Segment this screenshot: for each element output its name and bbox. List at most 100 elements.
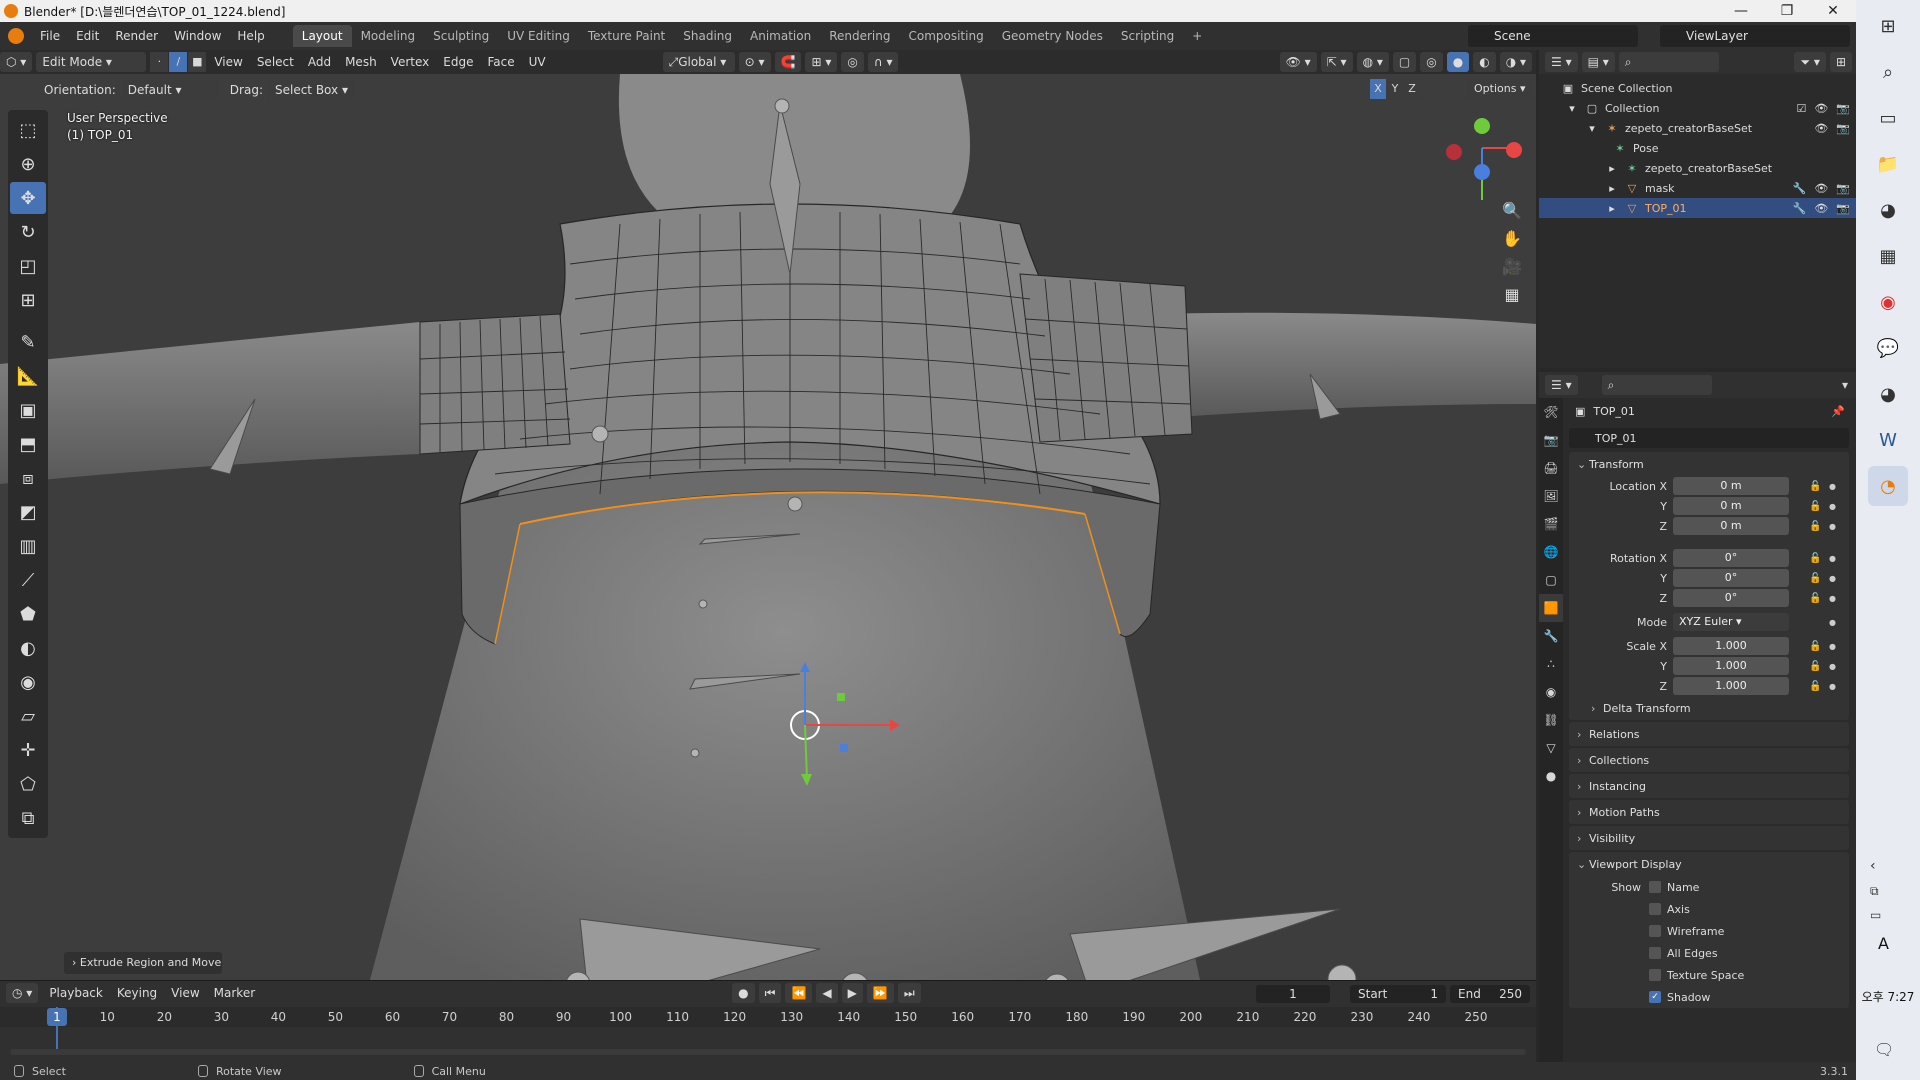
output-tab-icon[interactable]: 🖨 — [1539, 454, 1563, 482]
lock-icon[interactable]: 🔓 — [1809, 641, 1821, 652]
visibility-panel[interactable]: › Visibility — [1569, 826, 1849, 850]
keyframe-dot-icon[interactable]: ● — [1829, 554, 1836, 563]
outliner-row-armature-data[interactable]: ▸ ✶ zepeto_creatorBaseSet — [1539, 158, 1856, 178]
outliner-search-input[interactable]: ⌕ — [1618, 52, 1719, 72]
menu-file[interactable]: File — [32, 22, 68, 50]
keyframe-dot-icon[interactable]: ● — [1829, 662, 1836, 671]
chrome-icon[interactable]: ◕ — [1868, 190, 1908, 230]
object-tab-icon[interactable]: 🟧 — [1539, 594, 1563, 622]
collections-panel[interactable]: › Collections — [1569, 748, 1849, 772]
tab-uv-editing[interactable]: UV Editing — [498, 25, 579, 47]
select-box-tool[interactable]: ⬚ — [10, 114, 46, 146]
outliner-row-scene-collection[interactable]: ▣ Scene Collection — [1539, 78, 1856, 98]
constraints-tab-icon[interactable]: ⛓ — [1539, 706, 1563, 734]
expand-arrow-icon[interactable]: ▸ — [1605, 161, 1619, 175]
taskbar-search-icon[interactable]: ⌕ — [1868, 52, 1908, 92]
lock-icon[interactable]: 🔓 — [1809, 661, 1821, 672]
add-cube-tool[interactable]: ▣ — [10, 394, 46, 426]
loop-cut-tool[interactable]: ▥ — [10, 530, 46, 562]
keyframe-dot-icon[interactable]: ● — [1829, 482, 1836, 491]
extrude-tool[interactable]: ⬒ — [10, 428, 46, 460]
close-button[interactable]: ✕ — [1810, 3, 1856, 19]
particles-tab-icon[interactable]: ∴ — [1539, 650, 1563, 678]
lock-icon[interactable]: 🔓 — [1809, 553, 1821, 564]
menu-render[interactable]: Render — [107, 22, 166, 50]
tab-sculpting[interactable]: Sculpting — [424, 25, 498, 47]
location-y-field[interactable]: 0 m — [1673, 497, 1789, 515]
face-select-button[interactable]: ■ — [188, 52, 207, 72]
menu-timeline-view[interactable]: View — [164, 986, 206, 1000]
world-tab-icon[interactable]: 🌐 — [1539, 538, 1563, 566]
end-frame-field[interactable]: End 250 — [1450, 985, 1530, 1003]
play-button[interactable]: ▶ — [841, 983, 863, 1003]
expand-arrow-icon[interactable]: ▸ — [1605, 201, 1619, 215]
bevel-tool[interactable]: ◩ — [10, 496, 46, 528]
eye-icon[interactable]: 👁 — [1814, 122, 1828, 135]
tab-geometry-nodes[interactable]: Geometry Nodes — [993, 25, 1112, 47]
properties-editor-type[interactable]: ☰ ▾ — [1545, 375, 1578, 395]
timeline-editor-type[interactable]: ◷ ▾ — [6, 983, 39, 1003]
shading-wireframe-icon[interactable]: ◎ — [1420, 52, 1443, 72]
timeline-scrollbar[interactable] — [10, 1049, 1526, 1055]
cursor-tool[interactable]: ⊕ — [10, 148, 46, 180]
collection-tab-icon[interactable]: ▢ — [1539, 566, 1563, 594]
edge-slide-tool[interactable]: ▱ — [10, 700, 46, 732]
menu-playback[interactable]: Playback — [42, 986, 110, 1000]
render-tab-icon[interactable]: 📷 — [1539, 426, 1563, 454]
jump-start-button[interactable]: ⏮ — [758, 983, 782, 1003]
scale-z-field[interactable]: 1.000 — [1673, 677, 1789, 695]
start-frame-field[interactable]: Start 1 — [1350, 985, 1446, 1003]
delta-transform-subpanel[interactable]: › Delta Transform — [1569, 696, 1849, 720]
tab-animation[interactable]: Animation — [741, 25, 820, 47]
modifier-wrench-icon[interactable]: 🔧 — [1793, 202, 1807, 215]
tab-rendering[interactable]: Rendering — [820, 25, 899, 47]
motion-paths-panel[interactable]: › Motion Paths — [1569, 800, 1849, 824]
spin-tool[interactable]: ◐ — [10, 632, 46, 664]
tab-scripting[interactable]: Scripting — [1112, 25, 1183, 47]
notification-icon[interactable]: 🗨 — [1874, 1040, 1894, 1059]
chrome-profile-icon[interactable]: ◕ — [1868, 374, 1908, 414]
shading-rendered-icon[interactable]: ◑ ▾ — [1499, 52, 1532, 72]
display-mode-button[interactable]: ▤ ▾ — [1581, 52, 1615, 72]
keyframe-dot-icon[interactable]: ● — [1829, 618, 1836, 627]
keyframe-dot-icon[interactable]: ● — [1829, 642, 1836, 651]
transform-panel-header[interactable]: ⌄ Transform — [1569, 452, 1849, 476]
minimize-button[interactable]: — — [1718, 3, 1764, 19]
menu-marker[interactable]: Marker — [207, 986, 262, 1000]
material-tab-icon[interactable]: ● — [1539, 762, 1563, 790]
drag-selector[interactable]: Select Box ▾ — [268, 80, 354, 100]
shrink-fatten-tool[interactable]: ✛ — [10, 734, 46, 766]
windows-start-icon[interactable]: ⊞ — [1868, 6, 1908, 46]
network-icon[interactable]: ▭ — [1870, 908, 1881, 922]
edge-select-button[interactable]: / — [169, 52, 188, 72]
rotation-x-field[interactable]: 0° — [1673, 549, 1789, 567]
tray-chevron-icon[interactable]: ‹ — [1870, 858, 1876, 874]
visibility-toggle-icon[interactable]: 👁 ▾ — [1279, 52, 1317, 72]
inset-tool[interactable]: ⧈ — [10, 462, 46, 494]
poly-build-tool[interactable]: ⬟ — [10, 598, 46, 630]
menu-uv[interactable]: UV — [522, 55, 553, 69]
camera-render-icon[interactable]: 📷 — [1836, 202, 1850, 215]
shear-tool[interactable]: ⬠ — [10, 768, 46, 800]
knife-tool[interactable]: ⟋ — [10, 564, 46, 596]
scale-tool[interactable]: ◰ — [10, 250, 46, 282]
tab-texture-paint[interactable]: Texture Paint — [579, 25, 674, 47]
menu-help[interactable]: Help — [229, 22, 272, 50]
keyframe-dot-icon[interactable]: ● — [1829, 574, 1836, 583]
lock-icon[interactable]: 🔓 — [1809, 481, 1821, 492]
smooth-tool[interactable]: ◉ — [10, 666, 46, 698]
outliner-row-top01[interactable]: ▸ ▽ TOP_01 🔧 👁 📷 — [1539, 198, 1856, 218]
scale-y-field[interactable]: 1.000 — [1673, 657, 1789, 675]
show-all-edges-checkbox[interactable] — [1649, 947, 1661, 959]
location-x-field[interactable]: 0 m — [1673, 477, 1789, 495]
tab-shading[interactable]: Shading — [674, 25, 741, 47]
mode-selector[interactable]: Edit Mode ▾ — [36, 52, 147, 72]
calculator-icon[interactable]: ▦ — [1868, 236, 1908, 276]
properties-options-icon[interactable]: ▾ — [1842, 378, 1848, 392]
add-workspace-button[interactable]: + — [1183, 25, 1211, 47]
word-icon[interactable]: W — [1868, 420, 1908, 460]
menu-vertex[interactable]: Vertex — [384, 55, 437, 69]
shading-material-icon[interactable]: ◐ — [1473, 52, 1496, 72]
show-axis-checkbox[interactable] — [1649, 903, 1661, 915]
lock-icon[interactable]: 🔓 — [1809, 501, 1821, 512]
